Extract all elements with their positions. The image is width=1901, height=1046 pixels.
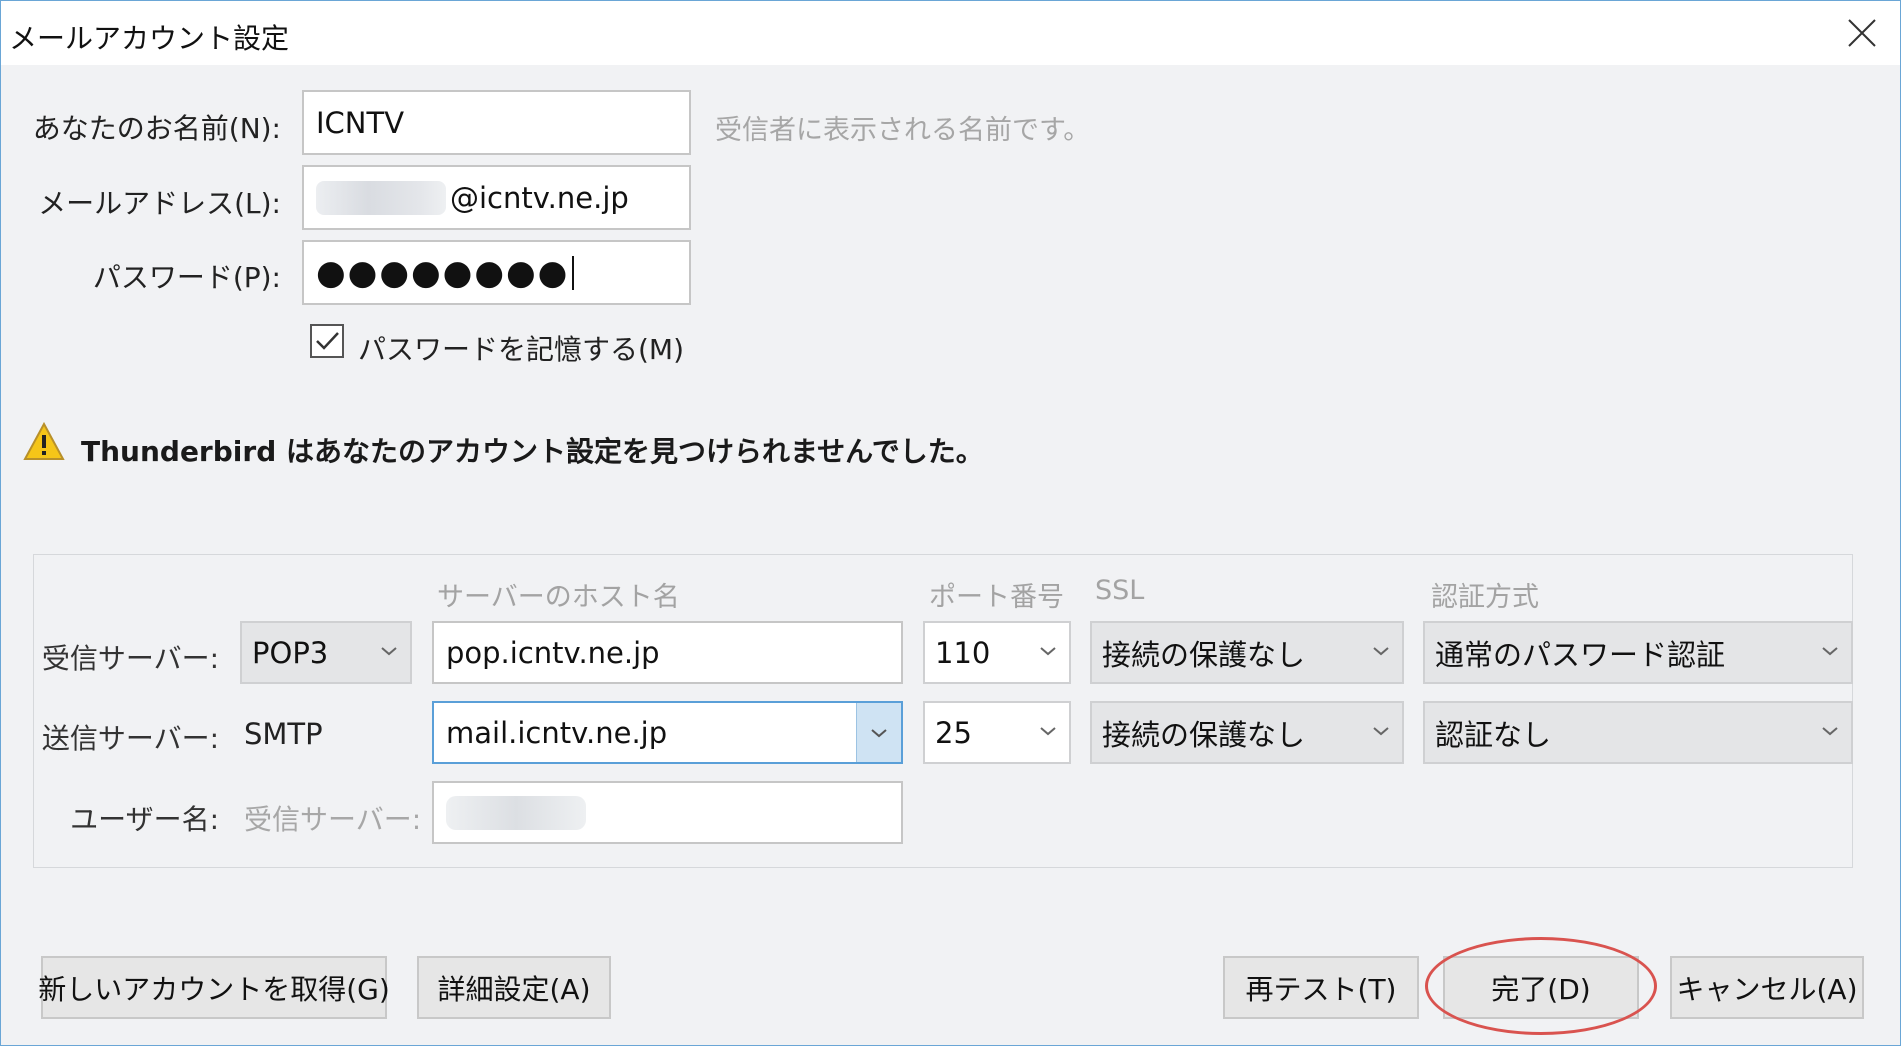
incoming-port-value: 110: [935, 635, 991, 670]
close-button[interactable]: [1838, 13, 1886, 53]
warning-icon: [23, 422, 65, 460]
chevron-down-icon: [871, 728, 887, 737]
new-account-button[interactable]: 新しいアカウントを取得(G): [38, 956, 390, 1019]
password-field[interactable]: ●●●●●●●●: [302, 240, 691, 305]
remember-password-checkbox[interactable]: [310, 324, 344, 358]
outgoing-server-label: 送信サーバー:: [41, 722, 219, 755]
incoming-protocol-value: POP3: [252, 635, 329, 670]
incoming-protocol-select[interactable]: POP3: [240, 621, 412, 684]
password-label: パスワード(P):: [92, 261, 281, 294]
username-label: ユーザー名:: [70, 803, 219, 836]
close-icon: [1848, 19, 1876, 47]
col-header-ssl: SSL: [1095, 575, 1145, 606]
incoming-auth-select[interactable]: 通常のパスワード認証: [1423, 621, 1853, 684]
outgoing-auth-select[interactable]: 認証なし: [1423, 701, 1853, 764]
chevron-down-icon: [1040, 726, 1056, 735]
outgoing-ssl-value: 接続の保護なし: [1102, 717, 1306, 752]
incoming-hostname-input[interactable]: pop.icntv.ne.jp: [432, 621, 903, 684]
username-scope: 受信サーバー:: [244, 803, 422, 836]
dialog-title: メールアカウント設定: [9, 22, 290, 55]
name-hint: 受信者に表示される名前です。: [715, 115, 1091, 146]
email-field[interactable]: @icntv.ne.jp: [302, 165, 691, 230]
hostname-dropdown-button[interactable]: [856, 703, 901, 762]
outgoing-hostname-combobox[interactable]: mail.icntv.ne.jp: [432, 701, 903, 764]
chevron-down-icon: [1040, 646, 1056, 655]
warning-message: Thunderbird はあなたのアカウント設定を見つけられませんでした。: [81, 435, 984, 468]
done-button[interactable]: 完了(D): [1443, 956, 1639, 1019]
incoming-ssl-select[interactable]: 接続の保護なし: [1090, 621, 1404, 684]
incoming-port-select[interactable]: 110: [923, 621, 1071, 684]
outgoing-ssl-select[interactable]: 接続の保護なし: [1090, 701, 1404, 764]
outgoing-auth-value: 認証なし: [1435, 717, 1552, 752]
col-header-auth: 認証方式: [1431, 582, 1539, 613]
incoming-ssl-value: 接続の保護なし: [1102, 637, 1306, 672]
name-field[interactable]: ICNTV: [302, 90, 691, 155]
email-label: メールアドレス(L):: [38, 187, 281, 220]
outgoing-protocol: SMTP: [244, 717, 323, 751]
checkmark-icon: [316, 332, 339, 350]
name-value: ICNTV: [316, 105, 405, 140]
chevron-down-icon: [1822, 726, 1838, 735]
redacted-username: [446, 795, 586, 830]
redacted-email-user: [316, 180, 446, 215]
retest-button[interactable]: 再テスト(T): [1223, 956, 1419, 1019]
incoming-hostname-value: pop.icntv.ne.jp: [446, 635, 660, 670]
password-dots: ●●●●●●●●: [316, 252, 570, 293]
outgoing-port-value: 25: [935, 715, 972, 750]
title-bar: メールアカウント設定: [1, 1, 1900, 65]
chevron-down-icon: [1373, 726, 1389, 735]
remember-password-label[interactable]: パスワードを記憶する(M): [358, 328, 684, 368]
incoming-server-label: 受信サーバー:: [41, 642, 219, 675]
email-domain: @icntv.ne.jp: [450, 180, 629, 215]
advanced-config-button[interactable]: 詳細設定(A): [417, 956, 611, 1019]
incoming-auth-value: 通常のパスワード認証: [1435, 637, 1726, 672]
chevron-down-icon: [1822, 646, 1838, 655]
chevron-down-icon: [1373, 646, 1389, 655]
outgoing-port-select[interactable]: 25: [923, 701, 1071, 764]
account-setup-dialog: メールアカウント設定 あなたのお名前(N): ICNTV 受信者に表示される名前…: [0, 0, 1901, 1046]
username-input[interactable]: [432, 781, 903, 844]
col-header-hostname: サーバーのホスト名: [437, 582, 680, 613]
name-label: あなたのお名前(N):: [32, 112, 281, 145]
col-header-port: ポート番号: [929, 582, 1064, 613]
outgoing-hostname-value: mail.icntv.ne.jp: [446, 715, 668, 750]
cancel-button[interactable]: キャンセル(A): [1670, 956, 1864, 1019]
chevron-down-icon: [381, 646, 397, 655]
text-caret: [572, 255, 575, 290]
